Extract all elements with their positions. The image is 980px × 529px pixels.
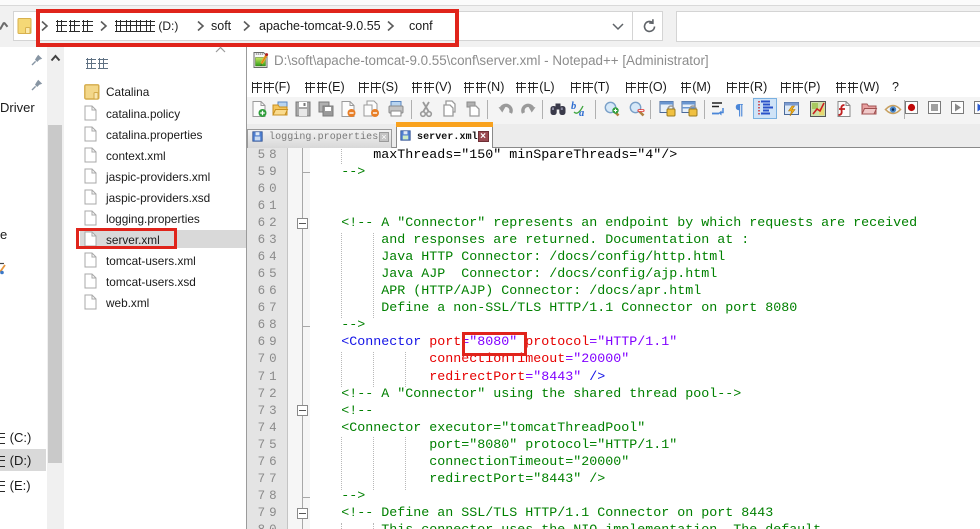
svg-text:¶: ¶ — [735, 102, 744, 119]
svg-text:b: b — [571, 101, 576, 112]
